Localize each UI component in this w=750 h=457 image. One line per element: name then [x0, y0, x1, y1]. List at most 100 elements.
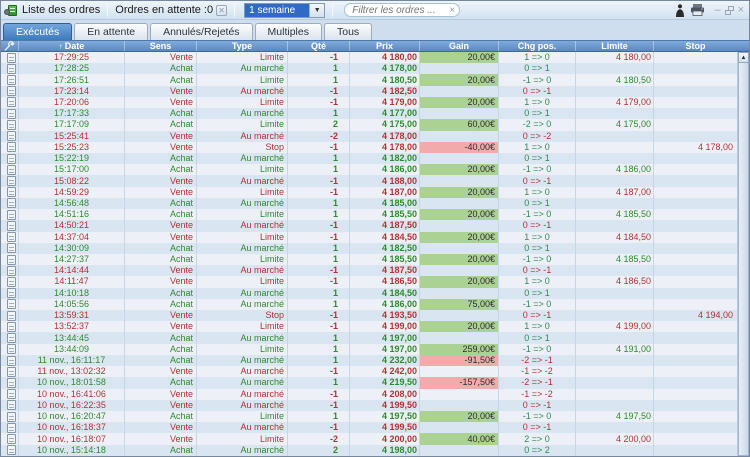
table-row[interactable]: 17:20:06 Vente Limite -1 4 179,00 20,00€…	[1, 97, 737, 108]
column-header-stop[interactable]: Stop	[654, 41, 737, 51]
table-row[interactable]: 14:50:21 Vente Au marché -1 4 187,50 0 =…	[1, 220, 737, 231]
table-row[interactable]: 10 nov., 16:41:06 Vente Au marché -1 4 2…	[1, 389, 737, 400]
order-details-icon[interactable]	[7, 210, 16, 220]
order-details-icon[interactable]	[7, 142, 16, 152]
restore-icon[interactable]	[725, 6, 734, 15]
order-details-icon[interactable]	[7, 154, 16, 164]
filter-input[interactable]	[344, 3, 460, 17]
table-row[interactable]: 17:17:33 Achat Au marché 1 4 177,00 0 =>…	[1, 108, 737, 119]
order-details-icon[interactable]	[7, 367, 16, 377]
order-details-icon[interactable]	[7, 277, 16, 287]
scroll-up-icon[interactable]: ▲	[738, 52, 749, 63]
close-icon[interactable]: ×	[738, 5, 744, 15]
column-header-prix[interactable]: Prix	[350, 41, 420, 51]
table-row[interactable]: 17:17:09 Achat Limite 2 4 175,00 60,00€ …	[1, 119, 737, 130]
table-row[interactable]: 14:30:09 Achat Au marché 1 4 182,50 0 =>…	[1, 243, 737, 254]
table-row[interactable]: 13:44:45 Achat Au marché 1 4 197,00 0 =>…	[1, 332, 737, 343]
order-details-icon[interactable]	[7, 120, 16, 130]
order-details-icon[interactable]	[7, 232, 16, 242]
order-details-icon[interactable]	[7, 187, 16, 197]
pending-detach-icon[interactable]: ✕	[216, 5, 227, 16]
chevron-down-icon[interactable]: ▼	[309, 4, 324, 17]
table-row[interactable]: 11 nov., 16:11:17 Achat Au marché 1 4 23…	[1, 355, 737, 366]
order-details-icon[interactable]	[7, 64, 16, 74]
order-details-icon[interactable]	[7, 434, 16, 444]
table-row[interactable]: 14:56:48 Achat Au marché 1 4 185,00 0 =>…	[1, 198, 737, 209]
order-details-icon[interactable]	[7, 356, 16, 366]
table-row[interactable]: 10 nov., 16:20:47 Achat Limite 1 4 197,5…	[1, 411, 737, 422]
table-row[interactable]: 17:23:14 Vente Au marché -1 4 182,50 0 =…	[1, 86, 737, 97]
column-header-gain[interactable]: Gain	[420, 41, 499, 51]
order-details-icon[interactable]	[7, 311, 16, 321]
order-details-icon[interactable]	[7, 165, 16, 175]
order-details-icon[interactable]	[7, 299, 16, 309]
order-details-icon[interactable]	[7, 176, 16, 186]
table-row[interactable]: 14:59:29 Vente Limite -1 4 187,00 20,00€…	[1, 187, 737, 198]
order-details-icon[interactable]	[7, 53, 16, 63]
table-row[interactable]: 15:08:22 Vente Au marché -1 4 188,00 0 =…	[1, 175, 737, 186]
order-details-icon[interactable]	[7, 423, 16, 433]
table-row[interactable]: 13:52:37 Vente Limite -1 4 199,00 20,00€…	[1, 321, 737, 332]
table-row[interactable]: 15:25:41 Vente Au marché -2 4 178,00 0 =…	[1, 131, 737, 142]
table-row[interactable]: 15:22:19 Achat Au marché 1 4 182,00 0 =>…	[1, 153, 737, 164]
order-details-icon[interactable]	[7, 400, 16, 410]
order-details-icon[interactable]	[7, 412, 16, 422]
table-row[interactable]: 11 nov., 13:02:32 Vente Au marché -1 4 2…	[1, 366, 737, 377]
table-row[interactable]: 14:51:16 Achat Limite 1 4 185,50 20,00€ …	[1, 209, 737, 220]
table-row[interactable]: 14:27:37 Achat Limite 1 4 185,50 20,00€ …	[1, 254, 737, 265]
tab-multiples[interactable]: Multiples	[255, 23, 322, 40]
table-row[interactable]: 10 nov., 16:18:07 Vente Limite -2 4 200,…	[1, 433, 737, 444]
tab-ex-cut-s[interactable]: Exécutés	[3, 23, 72, 40]
order-details-icon[interactable]	[7, 322, 16, 332]
table-row[interactable]: 10 nov., 16:18:37 Vente Au marché -1 4 1…	[1, 422, 737, 433]
table-row[interactable]: 13:44:09 Achat Limite 1 4 197,00 259,00€…	[1, 344, 737, 355]
table-row[interactable]: 14:37:04 Vente Limite -1 4 184,50 20,00€…	[1, 232, 737, 243]
table-row[interactable]: 10 nov., 16:22:35 Vente Au marché -1 4 1…	[1, 400, 737, 411]
table-row[interactable]: 13:59:31 Vente Stop -1 4 193,50 0 => -1 …	[1, 310, 737, 321]
column-header-sens[interactable]: Sens	[125, 41, 197, 51]
table-row[interactable]: 17:29:25 Vente Limite -1 4 180,00 20,00€…	[1, 52, 737, 63]
order-details-icon[interactable]	[7, 255, 16, 265]
order-details-icon[interactable]	[7, 243, 16, 253]
table-row[interactable]: 17:28:25 Achat Au marché 1 4 178,00 0 =>…	[1, 63, 737, 74]
order-details-icon[interactable]	[7, 221, 16, 231]
period-select[interactable]: 1 semaine ▼	[244, 3, 325, 18]
order-details-icon[interactable]	[7, 97, 16, 107]
order-details-icon[interactable]	[7, 131, 16, 141]
order-details-icon[interactable]	[7, 445, 16, 455]
table-row[interactable]: 15:25:23 Vente Stop -1 4 178,00 -40,00€ …	[1, 142, 737, 153]
order-details-icon[interactable]	[7, 198, 16, 208]
scrollbar-thumb[interactable]	[738, 63, 749, 456]
column-header-limite[interactable]: Limite	[576, 41, 654, 51]
order-details-icon[interactable]	[7, 266, 16, 276]
order-details-icon[interactable]	[7, 389, 16, 399]
tab-annul-s-rejet-s[interactable]: Annulés/Rejetés	[150, 23, 252, 40]
order-details-icon[interactable]	[7, 288, 16, 298]
order-details-icon[interactable]	[7, 109, 16, 119]
table-row[interactable]: 10 nov., 15:14:18 Achat Au marché 2 4 19…	[1, 445, 737, 456]
table-row[interactable]: 14:05:56 Achat Au marché 1 4 186,00 75,0…	[1, 299, 737, 310]
minimize-icon[interactable]: –	[714, 5, 720, 15]
clear-filter-icon[interactable]: ×	[449, 4, 455, 17]
column-header-qte[interactable]: Qté	[288, 41, 350, 51]
table-row[interactable]: 14:11:47 Vente Limite -1 4 186,50 20,00€…	[1, 276, 737, 287]
user-icon[interactable]	[675, 4, 685, 17]
tools-column-header[interactable]	[1, 41, 19, 51]
order-details-icon[interactable]	[7, 333, 16, 343]
order-details-icon[interactable]	[7, 344, 16, 354]
vertical-scrollbar[interactable]: ▲	[737, 52, 749, 456]
order-details-icon[interactable]	[7, 378, 16, 388]
column-header-date[interactable]: ↑ Date	[19, 41, 125, 51]
print-icon[interactable]	[690, 4, 705, 16]
column-header-chg-pos[interactable]: Chg pos.	[499, 41, 576, 51]
table-row[interactable]: 14:10:18 Achat Au marché 1 4 184,50 0 =>…	[1, 288, 737, 299]
table-row[interactable]: 14:14:44 Vente Au marché -1 4 187,50 0 =…	[1, 265, 737, 276]
tab-en-attente[interactable]: En attente	[74, 23, 148, 40]
table-row[interactable]: 10 nov., 18:01:58 Achat Au marché 1 4 21…	[1, 377, 737, 388]
table-row[interactable]: 17:26:51 Achat Limite 1 4 180,50 20,00€ …	[1, 74, 737, 85]
table-row[interactable]: 15:17:00 Achat Limite 1 4 186,00 20,00€ …	[1, 164, 737, 175]
column-header-type[interactable]: Type	[197, 41, 288, 51]
tab-tous[interactable]: Tous	[324, 23, 372, 40]
order-details-icon[interactable]	[7, 86, 16, 96]
order-details-icon[interactable]	[7, 75, 16, 85]
